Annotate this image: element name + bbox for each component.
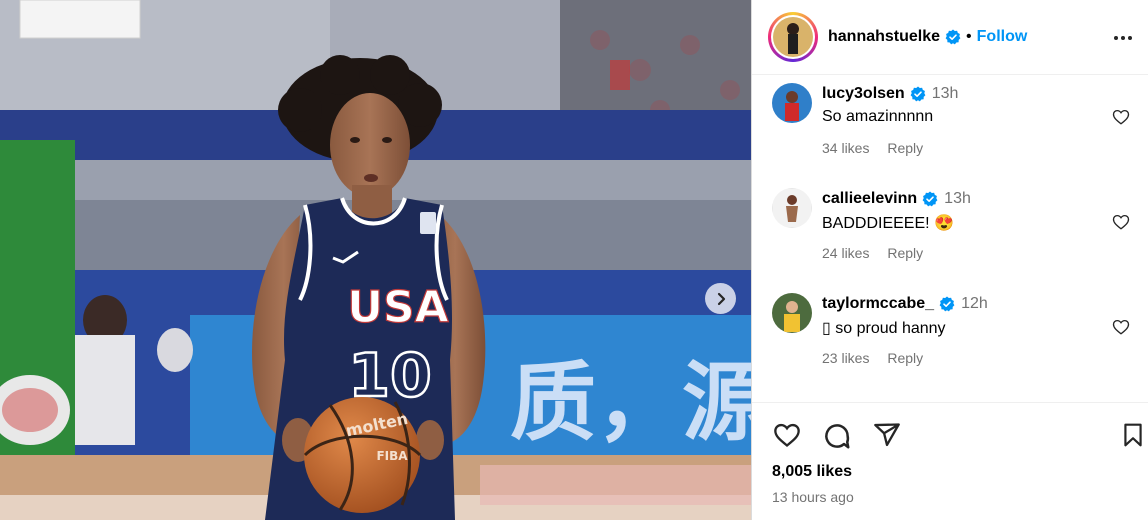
comment-username[interactable]: taylormccabe_ — [822, 295, 934, 313]
comment-icon[interactable] — [822, 421, 852, 451]
verified-badge-icon — [939, 296, 955, 312]
chevron-right-icon — [717, 292, 725, 305]
author-username[interactable]: hannahstuelke — [828, 28, 940, 46]
heart-icon[interactable] — [772, 421, 802, 449]
list-item: lucy3olsen 13h So amazinnnnn 34 likes Re… — [752, 75, 1148, 180]
comment-text: So amazinnnnn — [822, 108, 934, 125]
comment-time[interactable]: 13h — [932, 85, 959, 103]
verified-badge-icon — [922, 191, 938, 207]
heart-icon[interactable] — [1112, 108, 1130, 126]
save-bookmark-icon[interactable] — [1120, 421, 1146, 449]
share-icon[interactable] — [872, 421, 902, 449]
reply-button[interactable]: Reply — [887, 245, 923, 261]
comments-list[interactable]: lucy3olsen 13h So amazinnnnn 34 likes Re… — [752, 75, 1148, 402]
author-avatar[interactable] — [768, 12, 818, 62]
avatar[interactable] — [772, 293, 812, 333]
comment-text: BADDDIEEEE! 😍 — [822, 215, 954, 232]
reply-button[interactable]: Reply — [887, 140, 923, 156]
comment-likes[interactable]: 24 likes — [822, 245, 869, 261]
post-sidebar: hannahstuelke • Follow lucy3olsen 13h So… — [751, 0, 1148, 520]
banner-text: 质，源 — [510, 353, 751, 453]
comment-likes[interactable]: 34 likes — [822, 140, 869, 156]
avatar[interactable] — [772, 83, 812, 123]
avatar[interactable] — [772, 188, 812, 228]
comment-username[interactable]: callieelevinn — [822, 190, 917, 208]
next-media-button[interactable] — [705, 283, 736, 314]
comment-text: ▯ so proud hanny — [822, 320, 946, 337]
comment-likes[interactable]: 23 likes — [822, 350, 869, 366]
jersey-text: USA — [347, 282, 448, 333]
comment-time[interactable]: 13h — [944, 190, 971, 208]
header-separator: • — [966, 28, 972, 45]
list-item: callieelevinn 13h BADDDIEEEE! 😍 24 likes… — [752, 180, 1148, 285]
post-header: hannahstuelke • Follow — [752, 0, 1148, 75]
basketball-player-photo: 质，源 USA 10 molten FIBA — [0, 0, 751, 520]
comment-username[interactable]: lucy3olsen — [822, 85, 905, 103]
ball-label: FIBA — [376, 449, 408, 463]
follow-button[interactable]: Follow — [977, 28, 1028, 46]
reply-button[interactable]: Reply — [887, 350, 923, 366]
post-media[interactable]: 质，源 USA 10 molten FIBA — [0, 0, 751, 520]
comment-time[interactable]: 12h — [961, 295, 988, 313]
verified-badge-icon — [910, 86, 926, 102]
post-likes-count[interactable]: 8,005 likes — [772, 463, 852, 481]
verified-badge-icon — [945, 29, 961, 45]
avatar-image — [773, 17, 813, 57]
heart-icon[interactable] — [1112, 213, 1130, 231]
instagram-post-view: 质，源 USA 10 molten FIBA hannahstuelke • F… — [0, 0, 1148, 520]
post-actions: 8,005 likes 13 hours ago — [752, 402, 1148, 520]
list-item: taylormccabe_ 12h ▯ so proud hanny 23 li… — [752, 285, 1148, 390]
post-timestamp[interactable]: 13 hours ago — [772, 489, 854, 505]
heart-icon[interactable] — [1112, 318, 1130, 336]
more-options-icon[interactable] — [1112, 27, 1134, 49]
